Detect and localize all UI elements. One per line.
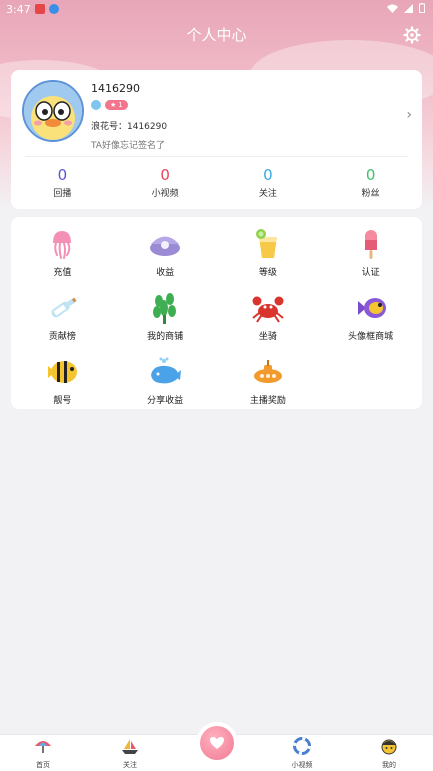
username: 1416290 xyxy=(91,82,140,95)
avatar[interactable] xyxy=(22,80,84,142)
profile-face-icon xyxy=(381,739,397,755)
level-badge-value: 1 xyxy=(118,101,123,109)
settings-gear-icon[interactable] xyxy=(403,26,421,44)
gender-badge-icon xyxy=(91,100,101,110)
stat-label: 粉丝 xyxy=(361,189,380,199)
divider xyxy=(25,156,408,157)
stat-following[interactable]: 0 关注 xyxy=(217,166,320,199)
menu-item-share-earnings[interactable]: 分享收益 xyxy=(114,353,217,413)
status-time: 3:47 xyxy=(6,2,31,16)
drink-icon xyxy=(255,229,277,258)
center-button-face xyxy=(200,726,234,760)
stat-value: 0 xyxy=(365,166,376,184)
battery-icon xyxy=(419,3,425,13)
umbrella-home-icon xyxy=(35,741,51,753)
level-badge: ★ 1 xyxy=(105,100,128,110)
fish-icon xyxy=(357,298,386,318)
notification-icon xyxy=(34,4,45,14)
stat-label: 关注 xyxy=(258,189,277,199)
chevron-right-icon[interactable]: › xyxy=(406,107,412,123)
feature-grid-card: 充值 收益 等级 认证 贡献榜 我的商铺 坐骑 头像框商城 靓号 分享收益 主播… xyxy=(11,217,422,409)
page-title: 个人中心 xyxy=(186,26,247,44)
menu-label: 收益 xyxy=(156,268,175,278)
clam-icon xyxy=(150,236,181,256)
tab-mine[interactable]: 我的 xyxy=(359,737,419,770)
bottle-icon xyxy=(51,297,77,318)
live-center-button[interactable] xyxy=(196,722,238,764)
menu-label: 头像框商城 xyxy=(348,332,394,342)
download-icon xyxy=(48,4,59,14)
submarine-icon xyxy=(253,360,282,383)
seaweed-icon xyxy=(153,293,177,324)
menu-label: 主播奖励 xyxy=(249,396,286,406)
duck-avatar-icon xyxy=(24,82,82,140)
menu-label: 坐骑 xyxy=(258,332,277,342)
stat-value: 0 xyxy=(57,166,68,184)
stat-label: 回播 xyxy=(53,189,72,199)
profile-card[interactable]: 1416290 ★ 1 浪花号：1416290 TA好像忘记签名了 › 0 回播… xyxy=(11,70,422,209)
stat-label: 小视频 xyxy=(151,189,179,199)
user-id: 浪花号：1416290 xyxy=(91,122,168,132)
menu-item-vanity-number[interactable]: 靓号 xyxy=(11,353,114,413)
feature-grid: 充值 收益 等级 认证 贡献榜 我的商铺 坐骑 头像框商城 靓号 分享收益 主播… xyxy=(11,225,422,413)
heart-play-icon xyxy=(210,737,224,749)
stat-value: 0 xyxy=(263,166,273,184)
tab-home[interactable]: 首页 xyxy=(13,737,73,770)
menu-label: 分享收益 xyxy=(147,396,184,406)
menu-item-level[interactable]: 等级 xyxy=(217,225,320,285)
striped-fish-icon xyxy=(48,361,78,383)
menu-item-contribution-list[interactable]: 贡献榜 xyxy=(11,289,114,349)
stat-value: 0 xyxy=(160,166,170,184)
jellyfish-icon xyxy=(53,231,72,259)
menu-label: 我的商铺 xyxy=(147,332,184,342)
stats-row: 0 回播 0 小视频 0 关注 0 粉丝 xyxy=(11,166,422,199)
menu-label: 靓号 xyxy=(53,396,72,406)
stat-replays[interactable]: 0 回播 xyxy=(11,166,114,199)
menu-item-recharge[interactable]: 充值 xyxy=(11,225,114,285)
lifebuoy-icon xyxy=(293,737,311,755)
star-icon: ★ xyxy=(110,101,117,109)
signal-icon xyxy=(404,3,413,13)
menu-item-verification[interactable]: 认证 xyxy=(319,225,422,285)
stat-short-videos[interactable]: 0 小视频 xyxy=(114,166,217,199)
menu-item-mount[interactable]: 坐骑 xyxy=(217,289,320,349)
popsicle-icon xyxy=(364,230,377,259)
menu-label: 贡献榜 xyxy=(48,332,76,342)
tab-label: 关注 xyxy=(123,761,137,769)
signature: TA好像忘记签名了 xyxy=(91,141,165,151)
menu-item-avatar-frame-store[interactable]: 头像框商城 xyxy=(319,289,422,349)
menu-label: 等级 xyxy=(258,268,277,278)
tab-label: 首页 xyxy=(36,761,50,769)
whale-icon xyxy=(151,357,182,384)
menu-item-earnings[interactable]: 收益 xyxy=(114,225,217,285)
badges: ★ 1 xyxy=(91,100,128,110)
tab-short-videos[interactable]: 小视频 xyxy=(272,737,332,770)
status-bar: 3:47 xyxy=(0,0,433,18)
tab-follow[interactable]: 关注 xyxy=(100,737,160,770)
menu-label: 充值 xyxy=(53,268,72,278)
tab-label: 我的 xyxy=(382,761,396,769)
menu-item-anchor-rewards[interactable]: 主播奖励 xyxy=(217,353,320,413)
crab-icon xyxy=(252,296,284,323)
wifi-icon xyxy=(387,4,398,13)
menu-label: 认证 xyxy=(361,268,380,278)
sailboat-icon xyxy=(122,739,138,754)
menu-item-my-shop[interactable]: 我的商铺 xyxy=(114,289,217,349)
stat-fans[interactable]: 0 粉丝 xyxy=(319,166,422,199)
tab-label: 小视频 xyxy=(291,761,313,769)
